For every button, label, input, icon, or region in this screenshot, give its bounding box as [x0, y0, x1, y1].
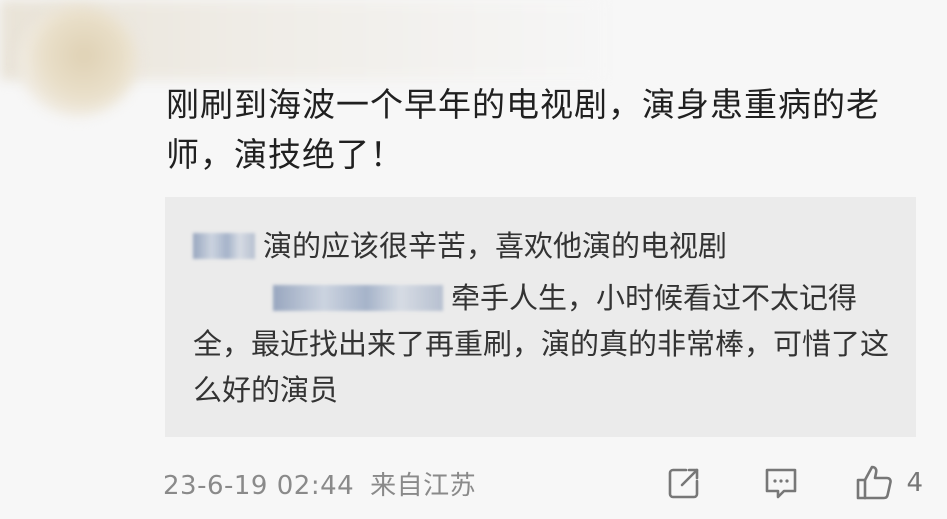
timestamp: 23-6-19 02:44	[163, 470, 355, 501]
comment-button[interactable]	[762, 465, 800, 501]
reply-item[interactable]: 演的应该很辛苦，喜欢他演的电视剧	[193, 223, 893, 269]
comment-actions: 4	[666, 461, 923, 505]
comment-text: 刚刷到海波一个早年的电视剧，演身患重病的老师，演技绝了！	[166, 85, 880, 174]
comment-footer: 23-6-19 02:44 来自江苏 4	[163, 461, 923, 505]
avatar[interactable]	[18, 6, 138, 116]
location: 来自江苏	[370, 470, 477, 501]
reply-text: 演的应该很辛苦，喜欢他演的电视剧	[263, 229, 728, 263]
reply-box[interactable]: 演的应该很辛苦，喜欢他演的电视剧 牵手人生，小时候看过不太记得全，最近找出来了再…	[165, 197, 916, 437]
like-count: 4	[906, 468, 923, 498]
reply-item[interactable]: 牵手人生，小时候看过不太记得全，最近找出来了再重刷，演的真的非常棒，可惜了这么好…	[193, 275, 893, 413]
like-button[interactable]: 4	[854, 463, 923, 503]
share-icon	[669, 468, 699, 499]
comment-meta: 23-6-19 02:44 来自江苏	[163, 465, 476, 502]
blurred-username	[273, 285, 443, 311]
comment-card: 刚刷到海波一个早年的电视剧，演身患重病的老师，演技绝了！ 演的应该很辛苦，喜欢他…	[0, 0, 947, 519]
blurred-username	[193, 233, 255, 259]
comment-icon	[766, 468, 797, 499]
share-button[interactable]	[666, 465, 702, 501]
thumbs-up-icon	[857, 465, 893, 500]
